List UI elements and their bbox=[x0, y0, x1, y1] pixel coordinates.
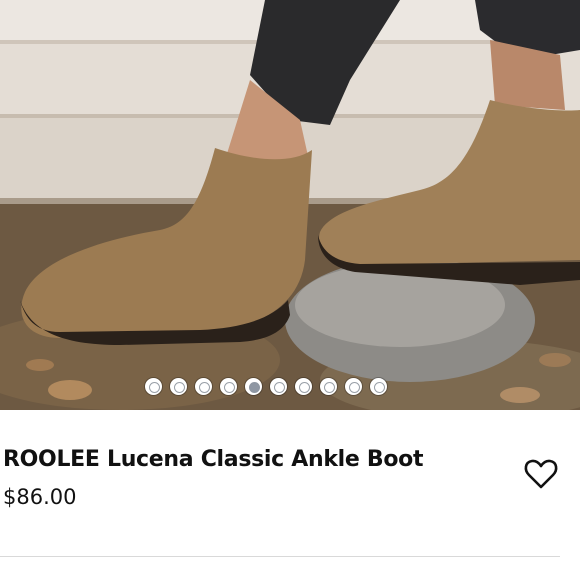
divider bbox=[0, 556, 560, 557]
carousel-dot[interactable] bbox=[345, 378, 362, 395]
heart-icon[interactable] bbox=[523, 456, 559, 492]
carousel-dot[interactable] bbox=[295, 378, 312, 395]
carousel-dot[interactable] bbox=[220, 378, 237, 395]
carousel-dot[interactable] bbox=[370, 378, 387, 395]
product-price: $86.00 bbox=[3, 485, 77, 509]
carousel-dot[interactable] bbox=[145, 378, 162, 395]
product-photo-illustration bbox=[0, 0, 580, 410]
carousel-dot-active[interactable] bbox=[245, 378, 262, 395]
carousel-dot[interactable] bbox=[270, 378, 287, 395]
product-title: ROOLEE Lucena Classic Ankle Boot bbox=[3, 447, 424, 472]
product-info: ROOLEE Lucena Classic Ankle Boot $86.00 bbox=[0, 410, 580, 580]
product-image[interactable] bbox=[0, 0, 580, 410]
carousel-indicators bbox=[145, 378, 387, 396]
carousel-dot[interactable] bbox=[320, 378, 337, 395]
carousel-dot[interactable] bbox=[195, 378, 212, 395]
carousel-dot[interactable] bbox=[170, 378, 187, 395]
